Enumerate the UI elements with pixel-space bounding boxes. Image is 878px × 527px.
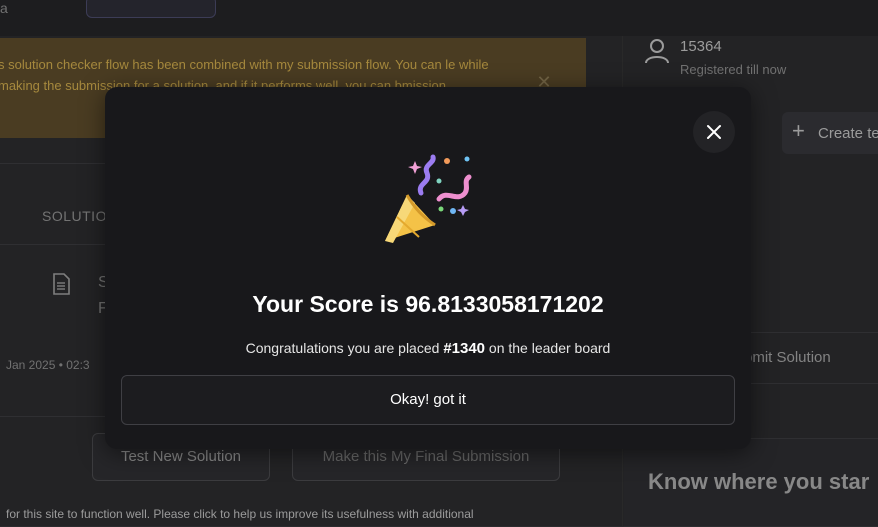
- score-value: 96.8133058171202: [405, 291, 604, 317]
- score-heading: Your Score is 96.8133058171202: [105, 291, 751, 318]
- congrats-after: on the leader board: [485, 340, 611, 356]
- leaderboard-rank: #1340: [443, 340, 486, 357]
- congratulations-text: Congratulations you are placed #1340 on …: [105, 340, 751, 357]
- congrats-before: Congratulations you are placed: [245, 340, 444, 356]
- score-prefix: Your Score is: [252, 291, 406, 317]
- okay-got-it-button[interactable]: Okay! got it: [121, 375, 735, 425]
- close-button[interactable]: [693, 111, 735, 153]
- score-modal: Your Score is 96.8133058171202 Congratul…: [105, 87, 751, 449]
- close-icon: [707, 125, 721, 139]
- party-popper-icon: [385, 154, 472, 243]
